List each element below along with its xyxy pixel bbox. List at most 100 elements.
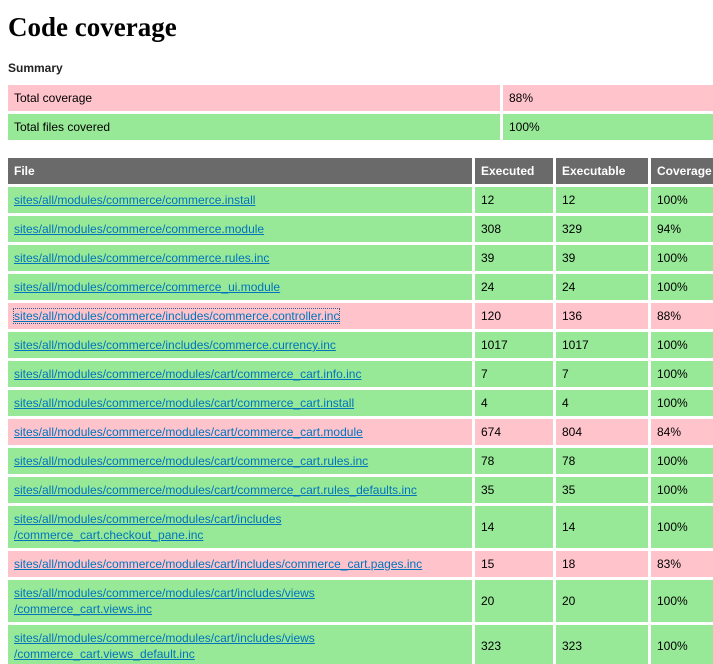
column-header-file: File [8,158,472,184]
file-link[interactable]: sites/all/modules/commerce/commerce.modu… [14,222,264,236]
table-row: sites/all/modules/commerce/commerce.inst… [8,187,713,213]
file-link[interactable]: sites/all/modules/commerce/modules/cart/… [14,586,315,616]
file-cell: sites/all/modules/commerce/modules/cart/… [8,580,472,622]
coverage-header-row: File Executed Executable Coverage [8,158,713,184]
table-row: sites/all/modules/commerce/commerce.rule… [8,245,713,271]
file-cell: sites/all/modules/commerce/commerce.inst… [8,187,472,213]
executable-cell: 39 [556,245,648,271]
executed-cell: 14 [475,506,553,548]
coverage-cell: 100% [651,580,713,622]
executable-cell: 323 [556,625,648,664]
file-cell: sites/all/modules/commerce/modules/cart/… [8,477,472,503]
file-link[interactable]: sites/all/modules/commerce/commerce.rule… [14,251,269,265]
table-row: sites/all/modules/commerce/modules/cart/… [8,506,713,548]
file-cell: sites/all/modules/commerce/includes/comm… [8,332,472,358]
file-link[interactable]: sites/all/modules/commerce/modules/cart/… [14,483,417,497]
table-row: sites/all/modules/commerce/includes/comm… [8,332,713,358]
coverage-cell: 100% [651,477,713,503]
file-cell: sites/all/modules/commerce/modules/cart/… [8,390,472,416]
executable-cell: 18 [556,551,648,577]
file-cell: sites/all/modules/commerce/commerce.rule… [8,245,472,271]
page: Code coverage Summary Total coverage 88% T… [0,0,713,664]
table-row: sites/all/modules/commerce/modules/cart/… [8,580,713,622]
coverage-cell: 94% [651,216,713,242]
executed-cell: 78 [475,448,553,474]
executed-cell: 39 [475,245,553,271]
table-row: sites/all/modules/commerce/modules/cart/… [8,390,713,416]
column-header-executed: Executed [475,158,553,184]
coverage-table-body: sites/all/modules/commerce/commerce.inst… [8,187,713,664]
table-row: sites/all/modules/commerce/commerce_ui.m… [8,274,713,300]
file-link[interactable]: sites/all/modules/commerce/includes/comm… [14,338,336,352]
executed-cell: 15 [475,551,553,577]
file-cell: sites/all/modules/commerce/modules/cart/… [8,448,472,474]
executable-cell: 20 [556,580,648,622]
file-cell: sites/all/modules/commerce/commerce.modu… [8,216,472,242]
executable-cell: 4 [556,390,648,416]
column-header-executable: Executable [556,158,648,184]
file-link[interactable]: sites/all/modules/commerce/commerce_ui.m… [14,280,280,294]
page-title: Code coverage [8,12,177,42]
file-link[interactable]: sites/all/modules/commerce/modules/cart/… [14,512,281,542]
file-link[interactable]: sites/all/modules/commerce/modules/cart/… [14,396,354,410]
executable-cell: 35 [556,477,648,503]
executed-cell: 35 [475,477,553,503]
executable-cell: 24 [556,274,648,300]
executable-cell: 1017 [556,332,648,358]
file-link[interactable]: sites/all/modules/commerce/includes/comm… [12,308,341,324]
summary-value: 88% [503,85,713,111]
coverage-cell: 100% [651,332,713,358]
summary-heading: Summary [8,61,63,75]
coverage-cell: 83% [651,551,713,577]
summary-row: Total files covered 100% [8,114,713,140]
summary-row: Total coverage 88% [8,85,713,111]
coverage-cell: 100% [651,274,713,300]
table-row: sites/all/modules/commerce/modules/cart/… [8,448,713,474]
file-cell: sites/all/modules/commerce/modules/cart/… [8,551,472,577]
table-row: sites/all/modules/commerce/commerce.modu… [8,216,713,242]
summary-table-body: Total coverage 88% Total files covered 100% [8,85,713,140]
executed-cell: 323 [475,625,553,664]
executable-cell: 329 [556,216,648,242]
file-cell: sites/all/modules/commerce/includes/comm… [8,303,472,329]
file-cell: sites/all/modules/commerce/modules/cart/… [8,361,472,387]
file-cell: sites/all/modules/commerce/modules/cart/… [8,419,472,445]
file-link[interactable]: sites/all/modules/commerce/modules/cart/… [14,454,368,468]
table-row: sites/all/modules/commerce/modules/cart/… [8,419,713,445]
table-row: sites/all/modules/commerce/modules/cart/… [8,625,713,664]
coverage-cell: 100% [651,187,713,213]
executable-cell: 7 [556,361,648,387]
table-row: sites/all/modules/commerce/modules/cart/… [8,551,713,577]
executable-cell: 136 [556,303,648,329]
executed-cell: 12 [475,187,553,213]
executed-cell: 1017 [475,332,553,358]
coverage-cell: 100% [651,448,713,474]
executed-cell: 7 [475,361,553,387]
file-cell: sites/all/modules/commerce/commerce_ui.m… [8,274,472,300]
table-row: sites/all/modules/commerce/modules/cart/… [8,361,713,387]
coverage-cell: 100% [651,245,713,271]
executed-cell: 308 [475,216,553,242]
executable-cell: 14 [556,506,648,548]
file-link[interactable]: sites/all/modules/commerce/commerce.inst… [14,193,255,207]
coverage-cell: 100% [651,361,713,387]
file-link[interactable]: sites/all/modules/commerce/modules/cart/… [14,367,361,381]
summary-table: Total coverage 88% Total files covered 100% [5,82,713,143]
executed-cell: 20 [475,580,553,622]
file-cell: sites/all/modules/commerce/modules/cart/… [8,506,472,548]
executable-cell: 804 [556,419,648,445]
file-link[interactable]: sites/all/modules/commerce/modules/cart/… [14,631,315,661]
coverage-table-head: File Executed Executable Coverage [8,158,713,184]
coverage-table: File Executed Executable Coverage sites/all… [5,155,713,664]
executed-cell: 674 [475,419,553,445]
file-cell: sites/all/modules/commerce/modules/cart/… [8,625,472,664]
executed-cell: 120 [475,303,553,329]
coverage-cell: 84% [651,419,713,445]
coverage-cell: 100% [651,390,713,416]
column-header-coverage: Coverage [651,158,713,184]
coverage-cell: 88% [651,303,713,329]
file-link[interactable]: sites/all/modules/commerce/modules/cart/… [14,557,422,571]
executed-cell: 4 [475,390,553,416]
executable-cell: 78 [556,448,648,474]
file-link[interactable]: sites/all/modules/commerce/modules/cart/… [14,425,363,439]
